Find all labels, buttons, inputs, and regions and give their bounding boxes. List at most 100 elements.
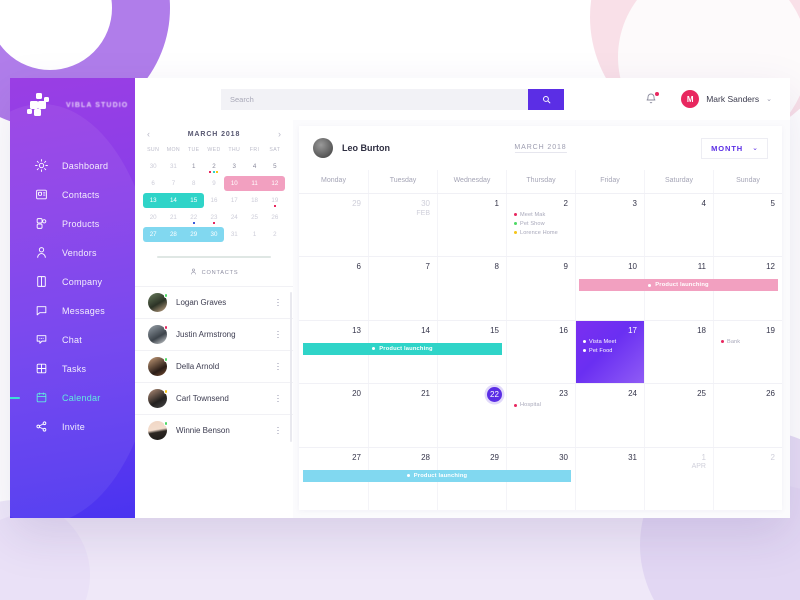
mini-calendar-day[interactable]: 30 bbox=[203, 227, 225, 242]
sidebar-item-company[interactable]: Company bbox=[10, 267, 135, 296]
calendar-day-cell[interactable]: 1 APR bbox=[644, 447, 713, 511]
calendar-day-cell[interactable]: 19 Bank bbox=[713, 320, 782, 384]
calendar-day-cell[interactable]: 25 bbox=[644, 384, 713, 447]
calendar-day-cell[interactable]: 17 Vista Meet Pet Food bbox=[575, 320, 644, 384]
calendar-day-cell[interactable]: 1 bbox=[437, 194, 506, 257]
user-menu[interactable]: M Mark Sanders ⌄ bbox=[681, 90, 772, 108]
sidebar-item-invite[interactable]: Invite bbox=[10, 412, 135, 441]
calendar-event[interactable]: Bank bbox=[721, 339, 775, 345]
mini-calendar-day[interactable]: 24 bbox=[224, 210, 244, 225]
calendar-day-cell[interactable]: 30 FEB bbox=[368, 194, 437, 257]
mini-calendar-day[interactable]: 22 bbox=[184, 210, 204, 225]
mini-calendar-day[interactable]: 14 bbox=[163, 193, 184, 208]
mini-calendar-next-button[interactable]: › bbox=[278, 130, 281, 139]
calendar-day-cell[interactable]: 3 bbox=[575, 194, 644, 257]
mini-calendar-day[interactable]: 1 bbox=[184, 159, 204, 174]
mini-calendar-day[interactable]: 6 bbox=[143, 176, 163, 191]
mini-calendar-day[interactable]: 17 bbox=[224, 193, 244, 208]
contact-more-button[interactable] bbox=[277, 394, 283, 403]
calendar-day-cell[interactable]: 8 bbox=[437, 257, 506, 320]
calendar-event[interactable]: Vista Meet bbox=[583, 339, 637, 345]
calendar-day-cell[interactable]: 16 bbox=[506, 320, 575, 384]
calendar-day-cell[interactable]: 21 bbox=[368, 384, 437, 447]
mini-calendar-day[interactable]: 20 bbox=[143, 210, 163, 225]
calendar-day-cell[interactable]: 5 bbox=[713, 194, 782, 257]
mini-calendar-day[interactable]: 10 bbox=[224, 176, 245, 191]
mini-calendar-day[interactable]: 4 bbox=[244, 159, 264, 174]
contact-list-item[interactable]: Logan Graves bbox=[135, 286, 293, 318]
contact-more-button[interactable] bbox=[277, 362, 283, 371]
mini-calendar-day[interactable]: 25 bbox=[244, 210, 264, 225]
contact-list-item[interactable]: Winnie Benson bbox=[135, 414, 293, 446]
calendar-day-cell[interactable]: 26 bbox=[713, 384, 782, 447]
sidebar-item-products[interactable]: Products bbox=[10, 209, 135, 238]
mini-calendar-day[interactable]: 29 bbox=[183, 227, 204, 242]
calendar-event[interactable]: Lorence Home bbox=[514, 230, 568, 236]
search-button[interactable] bbox=[528, 88, 564, 110]
mini-calendar-day[interactable]: 5 bbox=[265, 159, 285, 174]
calendar-event-bar[interactable]: Product launching bbox=[303, 342, 502, 355]
calendar-day-cell[interactable]: 2 bbox=[713, 447, 782, 511]
sidebar-item-messages[interactable]: Messages bbox=[10, 296, 135, 325]
mini-calendar-day[interactable]: 8 bbox=[184, 176, 204, 191]
contact-list-item[interactable]: Della Arnold bbox=[135, 350, 293, 382]
mini-calendar-day[interactable]: 31 bbox=[224, 227, 244, 242]
mini-calendar-day[interactable]: 9 bbox=[204, 176, 224, 191]
calendar-day-cell[interactable]: 31 bbox=[575, 447, 644, 511]
calendar-event[interactable]: Pet Food bbox=[583, 348, 637, 354]
contact-more-button[interactable] bbox=[277, 298, 283, 307]
sidebar-item-vendors[interactable]: Vendors bbox=[10, 238, 135, 267]
mini-calendar-day[interactable]: 3 bbox=[224, 159, 244, 174]
mini-calendar-day[interactable]: 1 bbox=[244, 227, 264, 242]
mini-calendar-prev-button[interactable]: ‹ bbox=[147, 130, 150, 139]
sidebar-item-dashboard[interactable]: Dashboard bbox=[10, 151, 135, 180]
calendar-event[interactable]: Meet Mak bbox=[514, 212, 568, 218]
mini-calendar-day[interactable]: 12 bbox=[264, 176, 285, 191]
calendar-day-cell[interactable]: 9 bbox=[506, 257, 575, 320]
calendar-event-bar[interactable]: Product launching bbox=[578, 279, 778, 292]
brand-logo[interactable]: VIBLA STUDIO bbox=[10, 78, 135, 133]
calendar-day-cell[interactable]: 20 bbox=[299, 384, 368, 446]
mini-calendar-day[interactable]: 16 bbox=[204, 193, 224, 208]
calendar-day-cell[interactable]: 7 bbox=[368, 257, 437, 320]
calendar-event-bar[interactable]: Product launching bbox=[303, 469, 571, 482]
contacts-scrollbar[interactable] bbox=[290, 292, 292, 442]
mini-calendar-day[interactable]: 18 bbox=[244, 193, 264, 208]
calendar-day-cell[interactable]: 4 bbox=[644, 194, 713, 257]
mini-calendar-day[interactable]: 30 bbox=[143, 159, 163, 174]
view-mode-dropdown[interactable]: MONTH ⌄ bbox=[701, 137, 768, 159]
mini-calendar-day[interactable]: 28 bbox=[163, 227, 184, 242]
mini-calendar-day[interactable]: 13 bbox=[143, 193, 164, 208]
sidebar-item-contacts[interactable]: Contacts bbox=[10, 180, 135, 209]
mini-calendar-day[interactable]: 31 bbox=[163, 159, 183, 174]
calendar-day-cell[interactable]: 23 Hospital bbox=[506, 384, 575, 447]
calendar-event[interactable]: Hospital bbox=[514, 402, 568, 408]
contact-more-button[interactable] bbox=[277, 330, 283, 339]
calendar-day-cell[interactable]: 6 bbox=[299, 257, 368, 319]
sidebar-item-tasks[interactable]: Tasks bbox=[10, 354, 135, 383]
mini-calendar-day[interactable]: 11 bbox=[244, 176, 265, 191]
calendar-owner[interactable]: Leo Burton bbox=[313, 138, 390, 158]
calendar-day-cell[interactable]: 18 bbox=[644, 320, 713, 384]
calendar-day-cell[interactable]: 22 bbox=[437, 384, 506, 447]
calendar-event[interactable]: Pet Show bbox=[514, 221, 568, 227]
mini-calendar-day[interactable]: 7 bbox=[163, 176, 183, 191]
mini-calendar-day[interactable]: 2 bbox=[265, 227, 285, 242]
notifications-button[interactable] bbox=[645, 91, 660, 107]
contact-more-button[interactable] bbox=[277, 426, 283, 435]
contact-list-item[interactable]: Justin Armstrong bbox=[135, 318, 293, 350]
search-input[interactable] bbox=[221, 88, 528, 110]
mini-calendar-day[interactable]: 23 bbox=[204, 210, 224, 225]
calendar-day-cell[interactable]: 24 bbox=[575, 384, 644, 447]
mini-calendar-day[interactable]: 2 bbox=[204, 159, 224, 174]
contact-list-item[interactable]: Carl Townsend bbox=[135, 382, 293, 414]
mini-calendar-day[interactable]: 21 bbox=[163, 210, 183, 225]
mini-calendar-day[interactable]: 19 bbox=[265, 193, 285, 208]
mini-calendar-day[interactable]: 26 bbox=[265, 210, 285, 225]
mini-calendar-day[interactable]: 15 bbox=[183, 193, 204, 208]
calendar-day-cell[interactable]: 2 Meet Mak Pet Show Lorence Home bbox=[506, 194, 575, 257]
calendar-day-cell[interactable]: 29 bbox=[299, 194, 368, 256]
sidebar-item-calendar[interactable]: Calendar bbox=[10, 383, 135, 412]
sidebar-item-chat[interactable]: Chat bbox=[10, 325, 135, 354]
mini-calendar-day[interactable]: 27 bbox=[143, 227, 164, 242]
